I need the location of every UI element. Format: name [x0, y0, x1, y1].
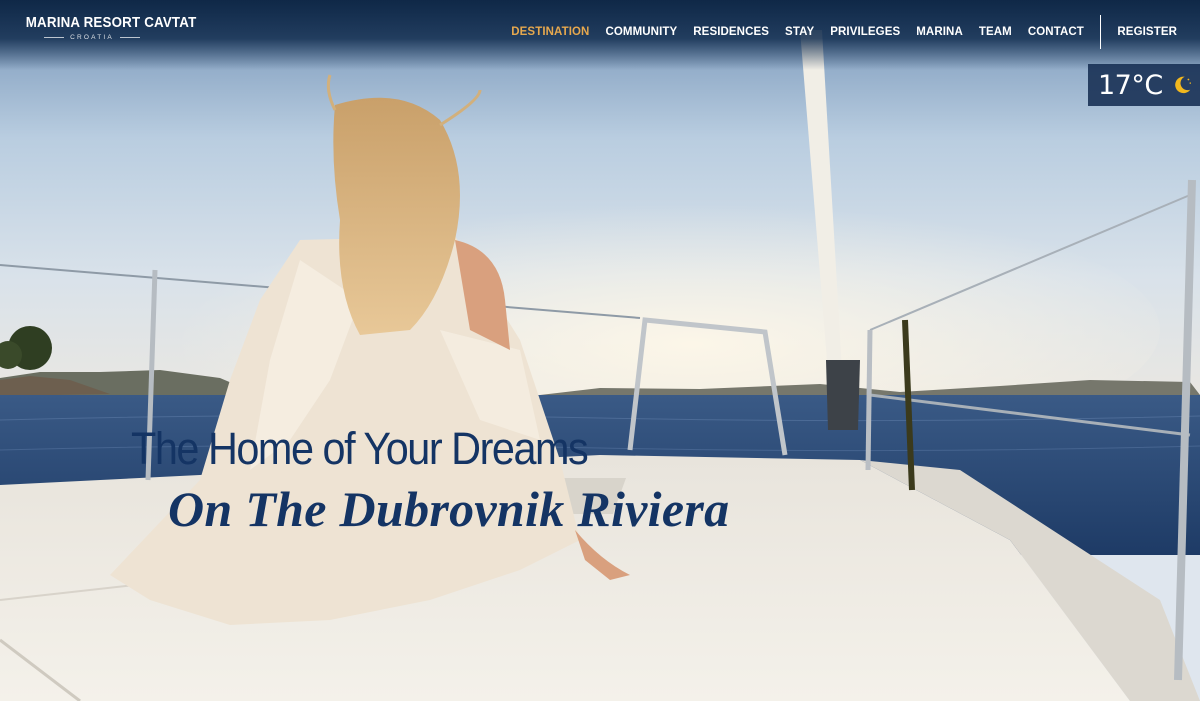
temperature: 17°C: [1098, 69, 1163, 101]
hero-subline: On The Dubrovnik Riviera: [168, 481, 730, 537]
nav-item-team[interactable]: TEAM: [979, 26, 1012, 38]
hero-image: [0, 0, 1200, 701]
nav-item-marina[interactable]: MARINA: [916, 26, 963, 38]
nav-item-privileges[interactable]: PRIVILEGES: [830, 26, 900, 38]
nav-divider: [1099, 15, 1102, 49]
weather-widget: 17°C: [1088, 64, 1200, 106]
hero-headline: The Home of Your Dreams: [131, 423, 589, 474]
nav-item-contact[interactable]: CONTACT: [1028, 26, 1084, 38]
logo-divider: [119, 37, 140, 38]
main-nav: DESTINATION COMMUNITY RESIDENCES STAY PR…: [511, 15, 1177, 49]
moon-icon: [1174, 76, 1191, 94]
nav-item-residences[interactable]: RESIDENCES: [693, 26, 769, 38]
register-link[interactable]: REGISTER: [1117, 26, 1177, 38]
brand-subtitle: CROATIA: [70, 34, 114, 41]
nav-item-destination[interactable]: DESTINATION: [511, 26, 589, 38]
nav-item-community[interactable]: COMMUNITY: [605, 26, 677, 38]
brand-subtitle-row: CROATIA: [20, 34, 164, 41]
logo-divider: [44, 37, 65, 38]
brand-logo[interactable]: MARINA RESORT CAVTAT CROATIA: [20, 15, 197, 41]
brand-name: MARINA RESORT CAVTAT: [25, 15, 197, 31]
nav-item-stay[interactable]: STAY: [785, 26, 814, 38]
header-bar: MARINA RESORT CAVTAT CROATIA DESTINATION…: [0, 0, 1200, 70]
